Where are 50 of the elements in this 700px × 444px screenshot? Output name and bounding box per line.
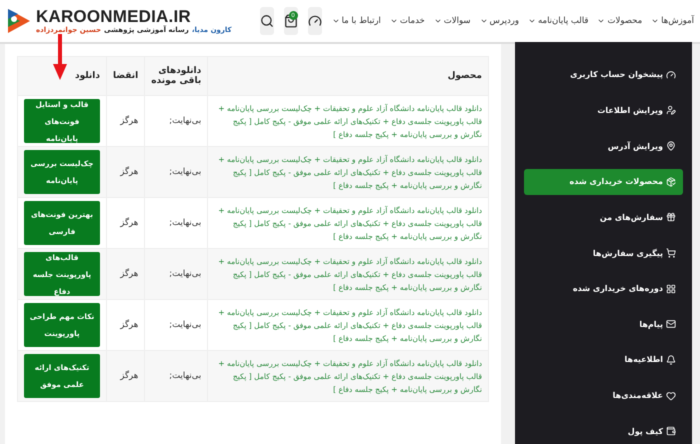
user-edit-icon	[666, 105, 676, 116]
nav-item[interactable]: آموزش‌ها	[651, 16, 694, 26]
chevron-icon	[480, 17, 488, 25]
nav-item[interactable]: محصولات	[597, 16, 642, 26]
search-button[interactable]	[260, 7, 274, 35]
sidebar-item[interactable]: اطلاعیه‌ها	[524, 347, 683, 373]
package-icon	[666, 176, 676, 187]
column-header: دانلود	[18, 56, 106, 96]
gauge-icon	[666, 70, 676, 80]
column-header: دانلودهای باقی مونده	[144, 56, 208, 96]
sidebar-item[interactable]: پیام‌ها	[524, 311, 683, 338]
sidebar-item[interactable]: دوره‌های خریداری شده	[524, 276, 683, 302]
chevron-icon	[597, 17, 606, 25]
sidebar-item[interactable]: ویرایش آدرس	[524, 133, 683, 159]
table-cell: بی‌نهایت;	[144, 350, 208, 402]
search-icon	[260, 14, 274, 28]
chevron-icon	[651, 17, 660, 25]
gauge-icon	[308, 14, 322, 28]
nav-item[interactable]: وردپرس	[480, 16, 519, 26]
sidebar-item[interactable]: پیگیری سفارش‌ها	[524, 240, 683, 266]
cart-icon	[666, 248, 676, 258]
nav-item[interactable]: سوالات	[434, 16, 471, 26]
chevron-icon	[390, 17, 398, 25]
sidebar-item[interactable]: ویرایش اطلاعات	[524, 98, 683, 124]
map-pin-icon	[666, 141, 676, 152]
dashboard-button[interactable]	[308, 7, 322, 35]
wallet-icon	[666, 426, 676, 436]
sidebar-item[interactable]: محصولات خریداری شده	[524, 168, 683, 195]
logo-title[interactable]: KAROONMEDIA.IR	[36, 8, 232, 26]
mail-icon	[666, 319, 676, 330]
heart-icon	[666, 390, 676, 401]
logo-icon	[6, 7, 32, 35]
nav-item[interactable]: خدمات	[390, 16, 425, 26]
column-header: انقضا	[106, 56, 145, 96]
sidebar-item[interactable]: پیشخوان حساب کاربری	[524, 62, 683, 88]
nav-item[interactable]: ارتباط با ما	[332, 16, 381, 26]
sidebar-item[interactable]: علاقه‌مندی‌ها	[524, 382, 683, 408]
chevron-icon	[332, 17, 340, 25]
sidebar-item[interactable]: کیف پول	[524, 418, 683, 444]
gift-icon	[666, 212, 676, 222]
chevron-icon	[434, 17, 442, 25]
grid-icon	[666, 284, 676, 294]
bag-icon	[284, 14, 298, 28]
column-header: محصول	[208, 56, 488, 96]
down-arrow-icon	[53, 34, 67, 80]
nav-item[interactable]: قالب پایان‌نامه	[528, 16, 588, 26]
bell-icon	[666, 354, 676, 365]
table-cell: هرگز	[106, 350, 145, 402]
sidebar-item[interactable]: سفارش‌های من	[524, 204, 683, 230]
chevron-icon	[528, 17, 536, 25]
